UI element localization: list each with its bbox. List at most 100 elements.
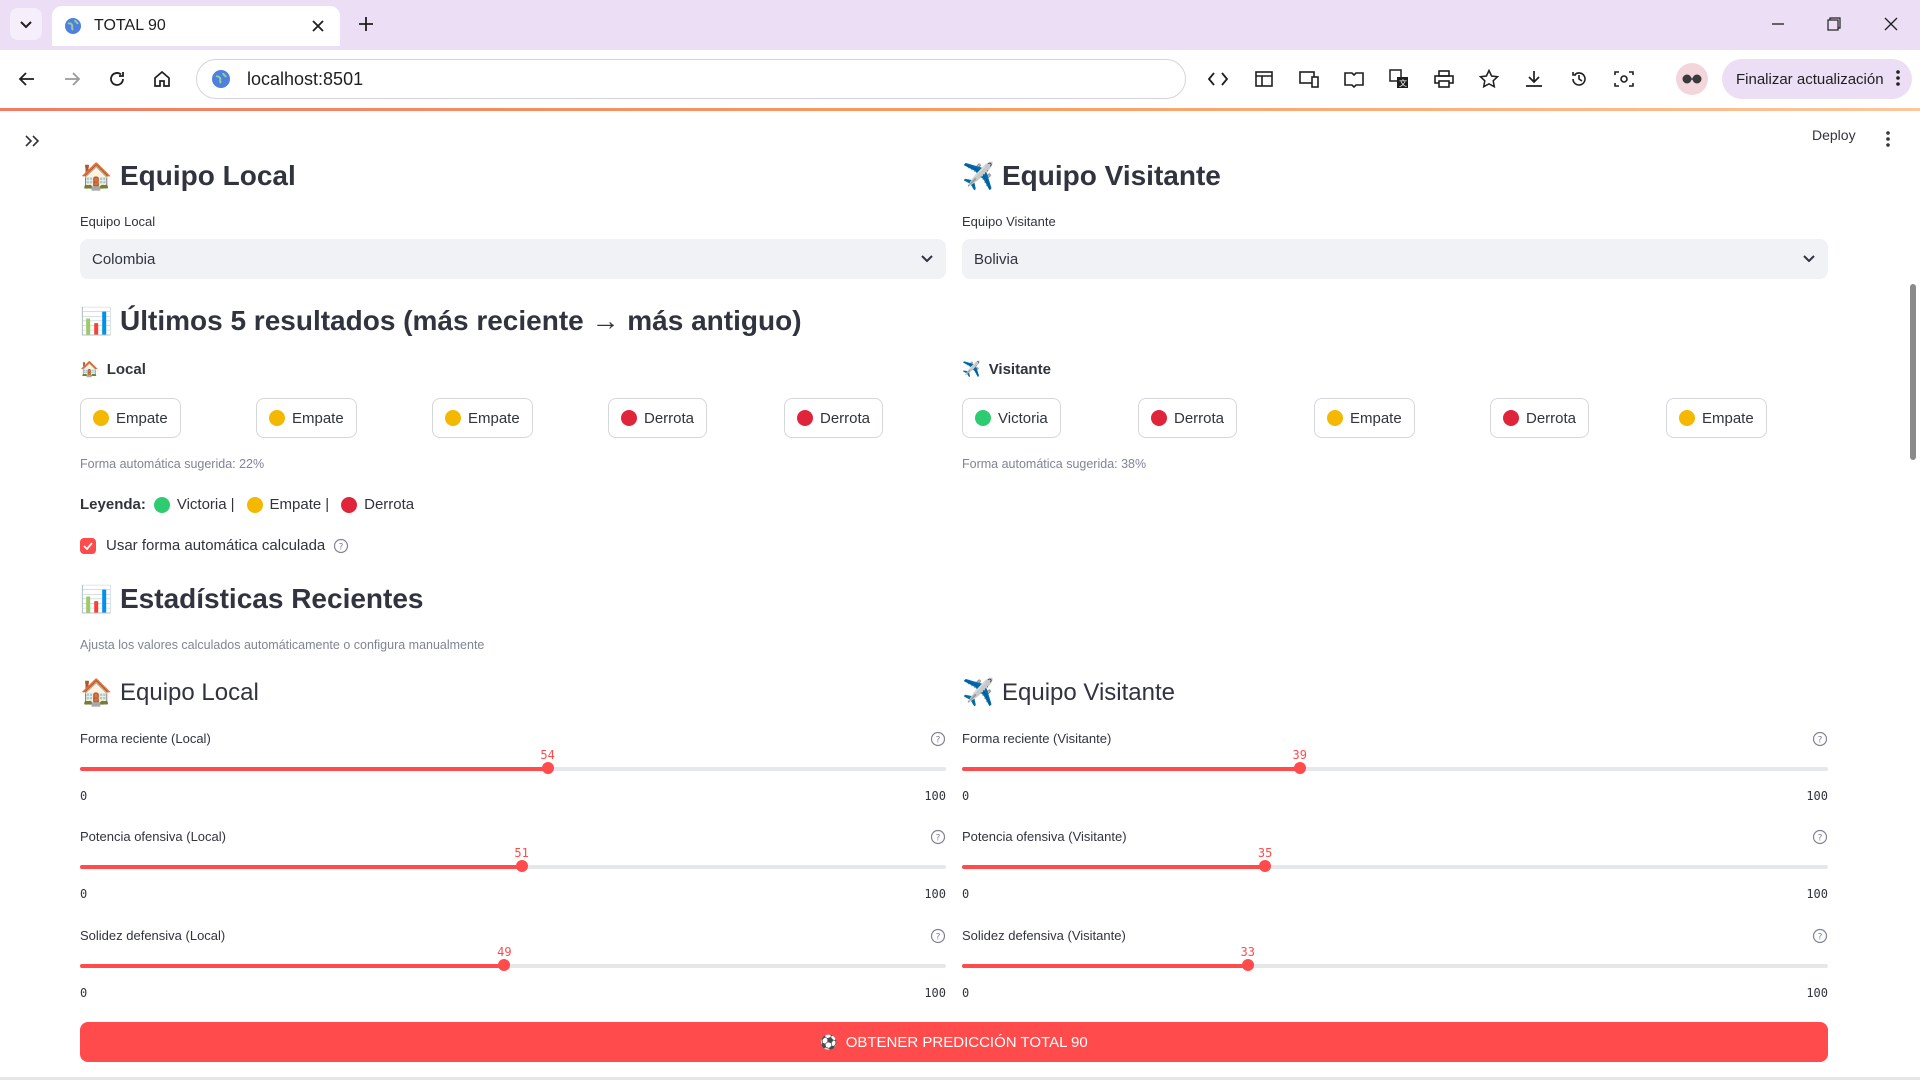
code-icon[interactable]: [1201, 62, 1235, 96]
translate-icon[interactable]: 文: [1382, 62, 1416, 96]
star-icon[interactable]: [1472, 62, 1506, 96]
slider-fill: [80, 964, 505, 968]
help-icon[interactable]: ?: [333, 538, 349, 554]
reader-mode-icon[interactable]: [1337, 62, 1371, 96]
results-header: 📊 Últimos 5 resultados (más reciente → má…: [80, 305, 1828, 337]
result-button[interactable]: Derrota: [1490, 398, 1590, 438]
help-icon[interactable]: ?: [1812, 829, 1828, 845]
home-team-select[interactable]: Colombia: [80, 239, 946, 279]
new-tab-icon[interactable]: [352, 10, 380, 38]
soccer-ball-icon: ⚽: [820, 1033, 838, 1050]
result-circle-icon: [445, 410, 461, 426]
address-bar[interactable]: localhost:8501: [196, 59, 1186, 99]
away-form-caption: Forma automática sugerida: 38%: [962, 457, 1147, 471]
slider-max: 100: [1806, 986, 1828, 1000]
slider-track[interactable]: [962, 959, 1828, 971]
slider-thumb[interactable]: [1259, 860, 1272, 872]
result-button[interactable]: Empate: [80, 398, 181, 438]
slider[interactable]: Forma reciente (Local)? 54 0 100: [80, 731, 946, 811]
site-info-icon[interactable]: [211, 69, 231, 89]
help-icon[interactable]: ?: [930, 731, 946, 747]
expand-sidebar-icon[interactable]: [20, 129, 44, 153]
forward-icon[interactable]: [55, 62, 89, 96]
slider-thumb[interactable]: [1293, 762, 1306, 774]
layout-icon[interactable]: [1247, 62, 1281, 96]
back-icon[interactable]: [10, 62, 44, 96]
screenshot-icon[interactable]: [1607, 62, 1641, 96]
away-stats-heading: Equipo Visitante: [1002, 678, 1176, 706]
result-circle-icon: [797, 410, 813, 426]
home-team-select-label: Equipo Local: [80, 214, 156, 229]
print-icon[interactable]: [1427, 62, 1461, 96]
help-icon[interactable]: ?: [1812, 731, 1828, 747]
result-button[interactable]: Empate: [1666, 398, 1767, 438]
result-button[interactable]: Empate: [432, 398, 533, 438]
profile-avatar[interactable]: [1676, 63, 1708, 95]
house-icon: 🏠: [80, 677, 113, 707]
slider-thumb[interactable]: [1241, 959, 1254, 971]
slider-track[interactable]: [80, 860, 946, 872]
minimize-icon[interactable]: [1758, 10, 1798, 38]
close-tab-icon[interactable]: [308, 16, 328, 36]
green-circle-icon: [153, 496, 170, 513]
stats-caption: Ajusta los valores calculados automática…: [80, 638, 485, 652]
svg-text:?: ?: [936, 736, 941, 746]
away-team-select[interactable]: Bolivia: [962, 239, 1828, 279]
slider-max: 100: [924, 887, 946, 901]
home-icon[interactable]: [145, 62, 179, 96]
slider-track[interactable]: [962, 860, 1828, 872]
auto-form-checkbox-row[interactable]: Usar forma automática calculada ?: [80, 537, 349, 554]
deploy-button[interactable]: Deploy: [1812, 127, 1856, 143]
auto-form-checkbox-label: Usar forma automática calculada: [106, 537, 326, 554]
browser-tab[interactable]: TOTAL 90: [52, 6, 340, 46]
away-team-select-value: Bolivia: [974, 250, 1019, 268]
airplane-icon: ✈️: [962, 160, 995, 191]
slider-track[interactable]: [80, 762, 946, 774]
slider[interactable]: Forma reciente (Visitante)? 39 0 100: [962, 731, 1828, 811]
finish-update-button[interactable]: Finalizar actualización: [1722, 59, 1912, 99]
result-label: Empate: [468, 409, 520, 427]
help-icon[interactable]: ?: [1812, 928, 1828, 944]
slider-fill: [962, 767, 1300, 771]
slider[interactable]: Potencia ofensiva (Visitante)? 35 0 100: [962, 829, 1828, 909]
slider[interactable]: Solidez defensiva (Local)? 49 0 100: [80, 928, 946, 1008]
result-button[interactable]: Derrota: [608, 398, 708, 438]
result-button[interactable]: Victoria: [962, 398, 1061, 438]
slider-thumb[interactable]: [515, 860, 528, 872]
restore-icon[interactable]: [1814, 10, 1854, 38]
reload-icon[interactable]: [100, 62, 134, 96]
main-menu-icon[interactable]: [1876, 127, 1900, 151]
slider-track[interactable]: [80, 959, 946, 971]
result-button[interactable]: Empate: [256, 398, 357, 438]
history-icon[interactable]: [1562, 62, 1596, 96]
svg-text:?: ?: [1818, 834, 1823, 844]
predict-button[interactable]: ⚽ OBTENER PREDICCIÓN TOTAL 90: [80, 1022, 1828, 1062]
result-button[interactable]: Derrota: [784, 398, 884, 438]
device-icon[interactable]: [1292, 62, 1326, 96]
result-label: Derrota: [644, 409, 695, 427]
result-button[interactable]: Empate: [1314, 398, 1415, 438]
more-vert-icon[interactable]: [1896, 69, 1900, 87]
home-team-select-value: Colombia: [92, 250, 156, 268]
chevron-down-icon: [20, 21, 32, 29]
slider[interactable]: Potencia ofensiva (Local)? 51 0 100: [80, 829, 946, 909]
result-label: Victoria: [998, 409, 1048, 427]
browser-tab-strip: TOTAL 90: [0, 0, 1920, 50]
result-button[interactable]: Derrota: [1138, 398, 1238, 438]
help-icon[interactable]: ?: [930, 928, 946, 944]
tab-search-button[interactable]: [10, 8, 42, 40]
scrollbar-thumb[interactable]: [1910, 284, 1916, 460]
close-window-icon[interactable]: [1871, 10, 1911, 38]
slider-min: 0: [962, 986, 970, 1000]
slider-thumb[interactable]: [541, 762, 554, 774]
auto-form-checkbox[interactable]: [80, 537, 96, 554]
yellow-circle-icon: [246, 496, 263, 513]
download-icon[interactable]: [1517, 62, 1551, 96]
stats-heading: Estadísticas Recientes: [120, 583, 424, 614]
slider-thumb[interactable]: [498, 959, 511, 971]
slider-track[interactable]: [962, 762, 1828, 774]
browser-toolbar: localhost:8501 文 Finalizar actualización: [0, 50, 1920, 108]
help-icon[interactable]: ?: [930, 829, 946, 845]
away-results-label: ✈️ Visitante: [962, 360, 1051, 379]
slider[interactable]: Solidez defensiva (Visitante)? 33 0 100: [962, 928, 1828, 1008]
